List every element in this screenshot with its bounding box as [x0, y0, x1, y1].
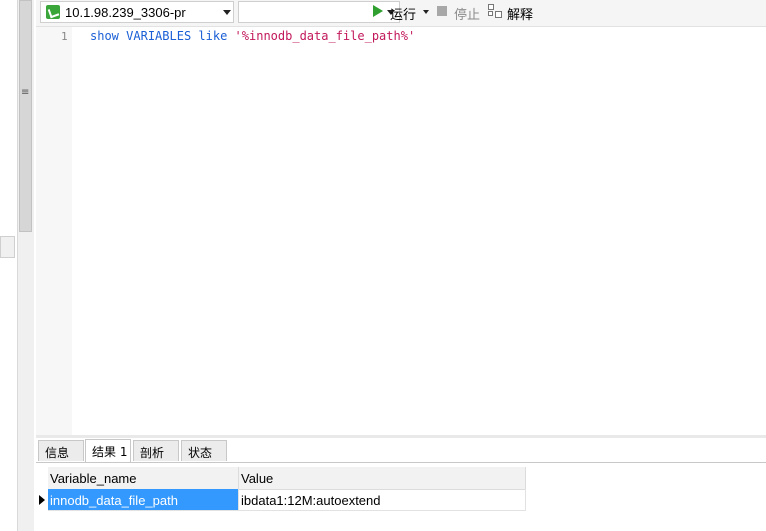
- grip-icon: ≡: [21, 87, 30, 98]
- object-tree-panel: [0, 0, 18, 531]
- stop-icon[interactable]: [437, 6, 447, 16]
- sql-keyword: show: [90, 29, 119, 43]
- query-toolbar: 10.1.98.239_3306-pr 运行 停止 解释: [36, 0, 766, 27]
- run-icon[interactable]: [373, 5, 383, 17]
- connection-name: 10.1.98.239_3306-pr: [65, 5, 186, 20]
- sql-string-literal: '%innodb_data_file_path%': [234, 29, 416, 43]
- sql-keyword: like: [198, 29, 228, 43]
- sql-editor[interactable]: 1 show VARIABLES like '%innodb_data_file…: [36, 27, 766, 435]
- sql-keyword: VARIABLES: [126, 29, 192, 43]
- tab-result-1[interactable]: 结果 1: [85, 439, 131, 462]
- tab-status[interactable]: 状态: [181, 440, 227, 461]
- cell-value[interactable]: ibdata1:12M:autoextend: [239, 489, 526, 511]
- connection-select[interactable]: 10.1.98.239_3306-pr: [40, 1, 234, 23]
- dropdown-arrow-icon[interactable]: [223, 10, 231, 15]
- connection-icon: [46, 5, 60, 19]
- table-row[interactable]: innodb_data_file_path ibdata1:12M:autoex…: [36, 489, 526, 511]
- run-options-arrow-icon[interactable]: [423, 10, 429, 14]
- cell-variable-name[interactable]: innodb_data_file_path: [48, 489, 239, 511]
- result-tabs: 信息 结果 1 剖析 状态: [36, 438, 766, 463]
- column-header-value[interactable]: Value: [239, 467, 526, 489]
- tab-profile[interactable]: 剖析: [133, 440, 179, 461]
- tab-info[interactable]: 信息: [38, 440, 84, 461]
- sql-code-line[interactable]: show VARIABLES like '%innodb_data_file_p…: [90, 29, 415, 43]
- row-indicator-icon: [39, 495, 45, 505]
- grid-header: Variable_name Value: [48, 467, 526, 490]
- explain-button[interactable]: 解释: [507, 4, 533, 23]
- column-header-variable-name[interactable]: Variable_name: [48, 467, 239, 489]
- line-number-gutter: 1: [36, 27, 72, 435]
- line-number: 1: [61, 30, 68, 43]
- scrollbar-thumb[interactable]: [19, 0, 32, 232]
- stop-button[interactable]: 停止: [454, 4, 480, 23]
- panel-collapse-tab[interactable]: [0, 236, 15, 258]
- result-grid: Variable_name Value innodb_data_file_pat…: [36, 463, 766, 531]
- explain-icon[interactable]: [488, 4, 502, 18]
- run-button[interactable]: 运行: [390, 4, 416, 23]
- left-scrollbar[interactable]: ≡: [18, 0, 34, 531]
